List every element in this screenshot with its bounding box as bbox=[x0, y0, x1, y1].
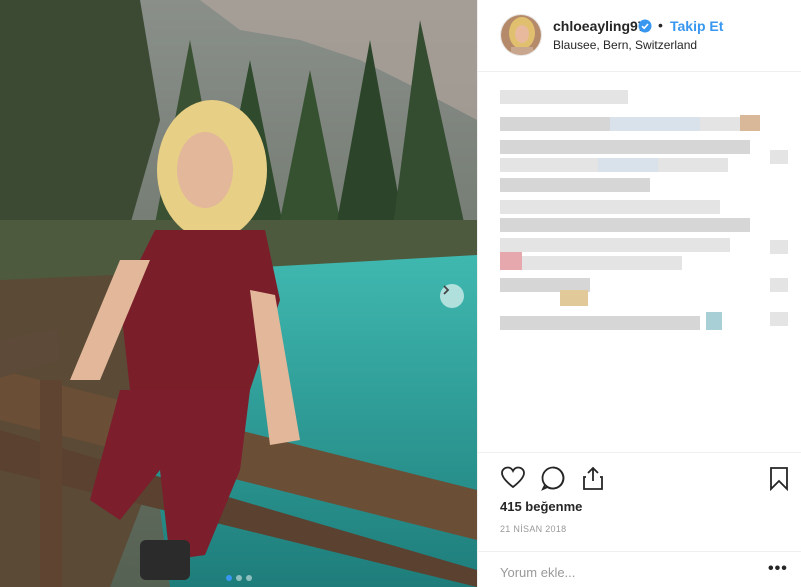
blurred-text bbox=[500, 90, 628, 104]
carousel-dot bbox=[225, 575, 232, 581]
blurred-text bbox=[500, 158, 598, 172]
blurred-text bbox=[700, 117, 740, 131]
blurred-text bbox=[706, 312, 722, 330]
post-photo[interactable] bbox=[0, 0, 477, 587]
blurred-text bbox=[770, 150, 788, 164]
verified-badge-icon bbox=[638, 19, 652, 33]
likes-count[interactable]: 415 beğenme bbox=[500, 499, 582, 514]
username-link[interactable]: chloeayling97 bbox=[553, 18, 646, 34]
bookmark-icon bbox=[770, 467, 788, 492]
blurred-text bbox=[770, 312, 788, 326]
comment-input[interactable] bbox=[500, 562, 740, 582]
avatar-image bbox=[501, 15, 541, 55]
location-link[interactable]: Blausee, Bern, Switzerland bbox=[553, 38, 697, 52]
next-photo-button[interactable] bbox=[440, 284, 464, 308]
blurred-text bbox=[500, 200, 720, 214]
heart-icon bbox=[501, 466, 525, 489]
carousel-indicator bbox=[0, 575, 477, 581]
more-options-button[interactable]: ••• bbox=[768, 560, 788, 578]
blurred-text bbox=[658, 158, 728, 172]
blurred-text bbox=[740, 115, 760, 131]
instagram-post: chloeayling97 • Takip Et Blausee, Bern, … bbox=[0, 0, 801, 587]
blurred-text bbox=[500, 140, 750, 154]
blurred-text bbox=[610, 117, 700, 131]
avatar[interactable] bbox=[500, 14, 542, 56]
blurred-text bbox=[500, 238, 730, 252]
blurred-text bbox=[500, 117, 610, 131]
chevron-right-icon bbox=[443, 285, 450, 295]
share-icon bbox=[583, 466, 603, 490]
post-actions: 415 beğenme 21 NİSAN 2018 ••• bbox=[478, 452, 801, 587]
blurred-text bbox=[770, 240, 788, 254]
carousel-dot bbox=[235, 575, 242, 581]
carousel-dot bbox=[245, 575, 252, 581]
blurred-text bbox=[598, 158, 658, 172]
blurred-text bbox=[522, 256, 682, 270]
share-button[interactable] bbox=[580, 465, 606, 491]
blurred-text bbox=[500, 178, 650, 192]
blurred-text bbox=[500, 252, 522, 270]
blurred-text bbox=[500, 218, 750, 232]
blurred-text bbox=[770, 278, 788, 292]
blurred-text bbox=[500, 316, 700, 330]
post-header: chloeayling97 • Takip Et Blausee, Bern, … bbox=[478, 0, 801, 72]
save-button[interactable] bbox=[766, 465, 792, 492]
blurred-text bbox=[560, 290, 588, 306]
speech-bubble-icon bbox=[541, 466, 565, 491]
post-date: 21 NİSAN 2018 bbox=[500, 524, 567, 534]
comment-button[interactable] bbox=[540, 465, 566, 491]
post-side-panel: chloeayling97 • Takip Et Blausee, Bern, … bbox=[477, 0, 801, 587]
like-button[interactable] bbox=[500, 465, 526, 491]
comment-bar: ••• bbox=[478, 551, 801, 587]
photo-illustration bbox=[0, 0, 477, 587]
follow-button[interactable]: Takip Et bbox=[670, 18, 723, 34]
separator-dot: • bbox=[658, 17, 663, 33]
caption-blurred bbox=[478, 72, 801, 452]
